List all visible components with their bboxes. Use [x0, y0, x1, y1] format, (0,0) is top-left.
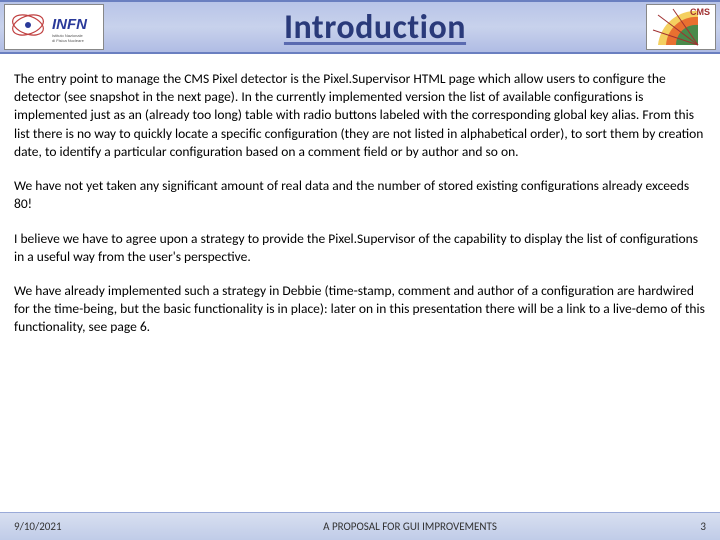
footer-page-number: 3	[680, 520, 720, 533]
infn-logo-text: INFN	[52, 16, 88, 33]
footer-title: A PROPOSAL FOR GUI IMPROVEMENTS	[140, 520, 680, 533]
cms-logo-text: CMS	[690, 7, 710, 17]
slide-footer: 9/10/2021 A PROPOSAL FOR GUI IMPROVEMENT…	[0, 512, 720, 540]
cms-logo: CMS	[646, 4, 716, 50]
paragraph-1: The entry point to manage the CMS Pixel …	[14, 70, 706, 161]
paragraph-4: We have already implemented such a strat…	[14, 282, 706, 337]
paragraph-3: I believe we have to agree upon a strate…	[14, 230, 706, 266]
infn-logo: INFN Istituto Nazionale di Fisica Nuclea…	[4, 4, 104, 50]
slide-body: The entry point to manage the CMS Pixel …	[0, 54, 720, 337]
svg-text:di Fisica Nucleare: di Fisica Nucleare	[52, 38, 85, 43]
slide-header: INFN Istituto Nazionale di Fisica Nuclea…	[0, 0, 720, 54]
paragraph-2: We have not yet taken any significant am…	[14, 177, 706, 213]
footer-date: 9/10/2021	[0, 520, 140, 533]
slide-title: Introduction	[104, 7, 646, 48]
